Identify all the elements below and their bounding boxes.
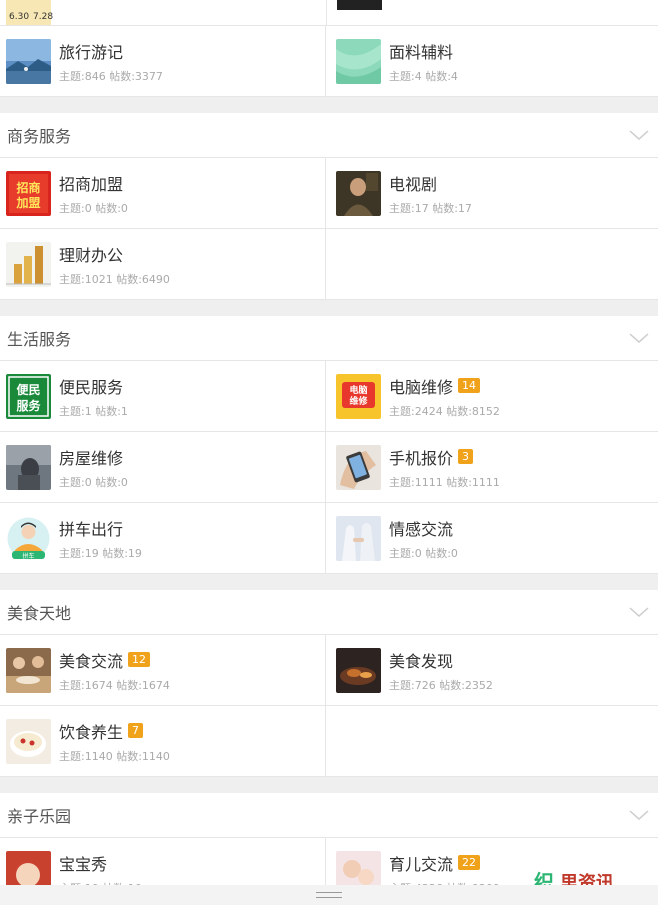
board-stats: 主题:1111 帖数:1111 bbox=[389, 475, 500, 489]
board-name: 美食发现 bbox=[389, 651, 454, 671]
new-posts-badge: 3 bbox=[458, 449, 474, 464]
board-stats: 主题:846 帖数:3377 bbox=[59, 69, 163, 83]
board-stats: 主题:1021 帖数:6490 bbox=[59, 272, 170, 286]
board-item[interactable]: 理财办公 主题:1021 帖数:6490 bbox=[0, 229, 326, 300]
board-item[interactable]: 便民 服务 便民服务 主题:1 帖数:1 bbox=[0, 361, 326, 432]
chevron-down-icon[interactable] bbox=[628, 804, 650, 826]
board-name: 美食交流 bbox=[59, 651, 124, 671]
new-posts-badge: 12 bbox=[128, 652, 151, 667]
board-item[interactable]: 饮食养生 7 主题:1140 帖数:1140 bbox=[0, 706, 326, 777]
chevron-down-icon[interactable] bbox=[628, 327, 650, 349]
convenience-thumb: 便民 服务 bbox=[6, 373, 51, 419]
board-name: 拼车出行 bbox=[59, 519, 124, 539]
board-stats: 主题:0 帖数:0 bbox=[389, 546, 458, 560]
empty-cell bbox=[326, 229, 658, 300]
section-business: 商务服务 招商 加盟 招商加盟 主题:0 帖数:0 电视剧 主题:17 帖数:1… bbox=[0, 113, 658, 300]
board-name: 旅行游记 bbox=[59, 42, 124, 62]
franchise-thumb: 招商 加盟 bbox=[6, 170, 51, 216]
health-thumb bbox=[6, 718, 51, 764]
bottom-drag-bar[interactable] bbox=[0, 885, 658, 905]
board-stats: 主题:17 帖数:17 bbox=[389, 201, 472, 215]
section-title: 商务服务 bbox=[7, 127, 72, 146]
section-header[interactable]: 美食天地 bbox=[0, 590, 658, 635]
empty-cell bbox=[326, 706, 658, 777]
board-name: 便民服务 bbox=[59, 377, 124, 397]
foodchat-thumb bbox=[6, 647, 51, 693]
section-life: 生活服务 便民 服务 便民服务 主题:1 帖数:1 电脑 维修 电脑维修 14 … bbox=[0, 316, 658, 574]
board-item[interactable]: 手机报价 3 主题:1111 帖数:1111 bbox=[326, 432, 658, 503]
fooddiscover-thumb bbox=[336, 647, 381, 693]
board-stats: 主题:726 帖数:2352 bbox=[389, 678, 493, 692]
new-posts-badge: 14 bbox=[458, 378, 481, 393]
board-item[interactable]: 电视剧 主题:17 帖数:17 bbox=[326, 158, 658, 229]
carpool-thumb: 拼车 bbox=[6, 515, 51, 561]
board-item[interactable]: 电脑 维修 电脑维修 14 主题:2424 帖数:8152 bbox=[326, 361, 658, 432]
section-header[interactable]: 亲子乐园 bbox=[0, 793, 658, 838]
chevron-down-icon[interactable] bbox=[628, 601, 650, 623]
board-stats: 主题:4 帖数:4 bbox=[389, 69, 458, 83]
board-item[interactable]: 美食交流 12 主题:1674 帖数:1674 bbox=[0, 635, 326, 706]
new-posts-badge: 7 bbox=[128, 723, 144, 738]
section-title: 美食天地 bbox=[7, 604, 72, 623]
board-stats: 主题:1 帖数:1 bbox=[59, 404, 128, 418]
board-stats: 主题:1674 帖数:1674 bbox=[59, 678, 170, 692]
travel-thumb bbox=[6, 38, 51, 84]
svg-text:服务: 服务 bbox=[16, 398, 41, 413]
board-item[interactable]: 拼车 拼车出行 主题:19 帖数:19 bbox=[0, 503, 326, 574]
svg-text:电脑: 电脑 bbox=[349, 384, 367, 396]
board-name: 招商加盟 bbox=[59, 174, 124, 194]
board-stats: 主题:19 帖数:19 bbox=[59, 546, 142, 560]
board-name: 饮食养生 bbox=[59, 722, 124, 742]
board-name: 电脑维修 bbox=[389, 377, 454, 397]
drag-handle-icon[interactable] bbox=[316, 892, 342, 898]
finance-thumb bbox=[6, 241, 51, 287]
board-item[interactable]: 美食发现 主题:726 帖数:2352 bbox=[326, 635, 658, 706]
board-name: 育儿交流 bbox=[389, 854, 454, 874]
section-continued: 旅行游记 主题:846 帖数:3377 面料辅料 主题:4 帖数:4 bbox=[0, 26, 658, 97]
section-title: 亲子乐园 bbox=[7, 807, 72, 826]
section-header[interactable]: 商务服务 bbox=[0, 113, 658, 158]
board-item[interactable]: 情感交流 主题:0 帖数:0 bbox=[326, 503, 658, 574]
svg-text:维修: 维修 bbox=[349, 395, 368, 407]
board-item[interactable]: 面料辅料 主题:4 帖数:4 bbox=[326, 26, 658, 97]
chevron-down-icon[interactable] bbox=[628, 124, 650, 146]
partial-top-row: 6.30 7.28 bbox=[0, 0, 658, 26]
board-name: 情感交流 bbox=[389, 519, 454, 539]
pcrepair-thumb: 电脑 维修 bbox=[336, 373, 381, 419]
board-stats: 主题:0 帖数:0 bbox=[59, 201, 128, 215]
calendar-thumb: 6.30 7.28 bbox=[6, 0, 53, 25]
tv-thumb bbox=[336, 170, 381, 216]
fabric-thumb bbox=[336, 38, 381, 84]
board-name: 手机报价 bbox=[389, 448, 454, 468]
board-item[interactable]: 招商 加盟 招商加盟 主题:0 帖数:0 bbox=[0, 158, 326, 229]
board-stats: 主题:2424 帖数:8152 bbox=[389, 404, 500, 418]
section-food: 美食天地 美食交流 12 主题:1674 帖数:1674 美食发现 主题:726… bbox=[0, 590, 658, 777]
board-name: 宝宝秀 bbox=[59, 854, 108, 874]
svg-text:加盟: 加盟 bbox=[15, 195, 40, 210]
forum-board-list: 6.30 7.28 旅行游记 主题:846 帖数:3377 面料辅料 主题:4 … bbox=[0, 0, 658, 905]
board-item[interactable]: 房屋维修 主题:0 帖数:0 bbox=[0, 432, 326, 503]
emotion-thumb bbox=[336, 515, 381, 561]
board-name: 房屋维修 bbox=[59, 448, 124, 468]
board-name: 面料辅料 bbox=[389, 42, 454, 62]
board-item[interactable]: 旅行游记 主题:846 帖数:3377 bbox=[0, 26, 326, 97]
svg-text:拼车: 拼车 bbox=[22, 552, 34, 560]
dark-thumb bbox=[337, 0, 382, 10]
new-posts-badge: 22 bbox=[458, 855, 481, 870]
phone-thumb bbox=[336, 444, 381, 490]
board-stats: 主题:0 帖数:0 bbox=[59, 475, 128, 489]
board-name: 电视剧 bbox=[389, 174, 438, 194]
svg-text:招商: 招商 bbox=[16, 180, 40, 195]
section-title: 生活服务 bbox=[7, 330, 72, 349]
board-stats: 主题:1140 帖数:1140 bbox=[59, 749, 170, 763]
house-thumb bbox=[6, 444, 51, 490]
section-header[interactable]: 生活服务 bbox=[0, 316, 658, 361]
board-name: 理财办公 bbox=[59, 245, 124, 265]
svg-text:便民: 便民 bbox=[16, 382, 40, 397]
